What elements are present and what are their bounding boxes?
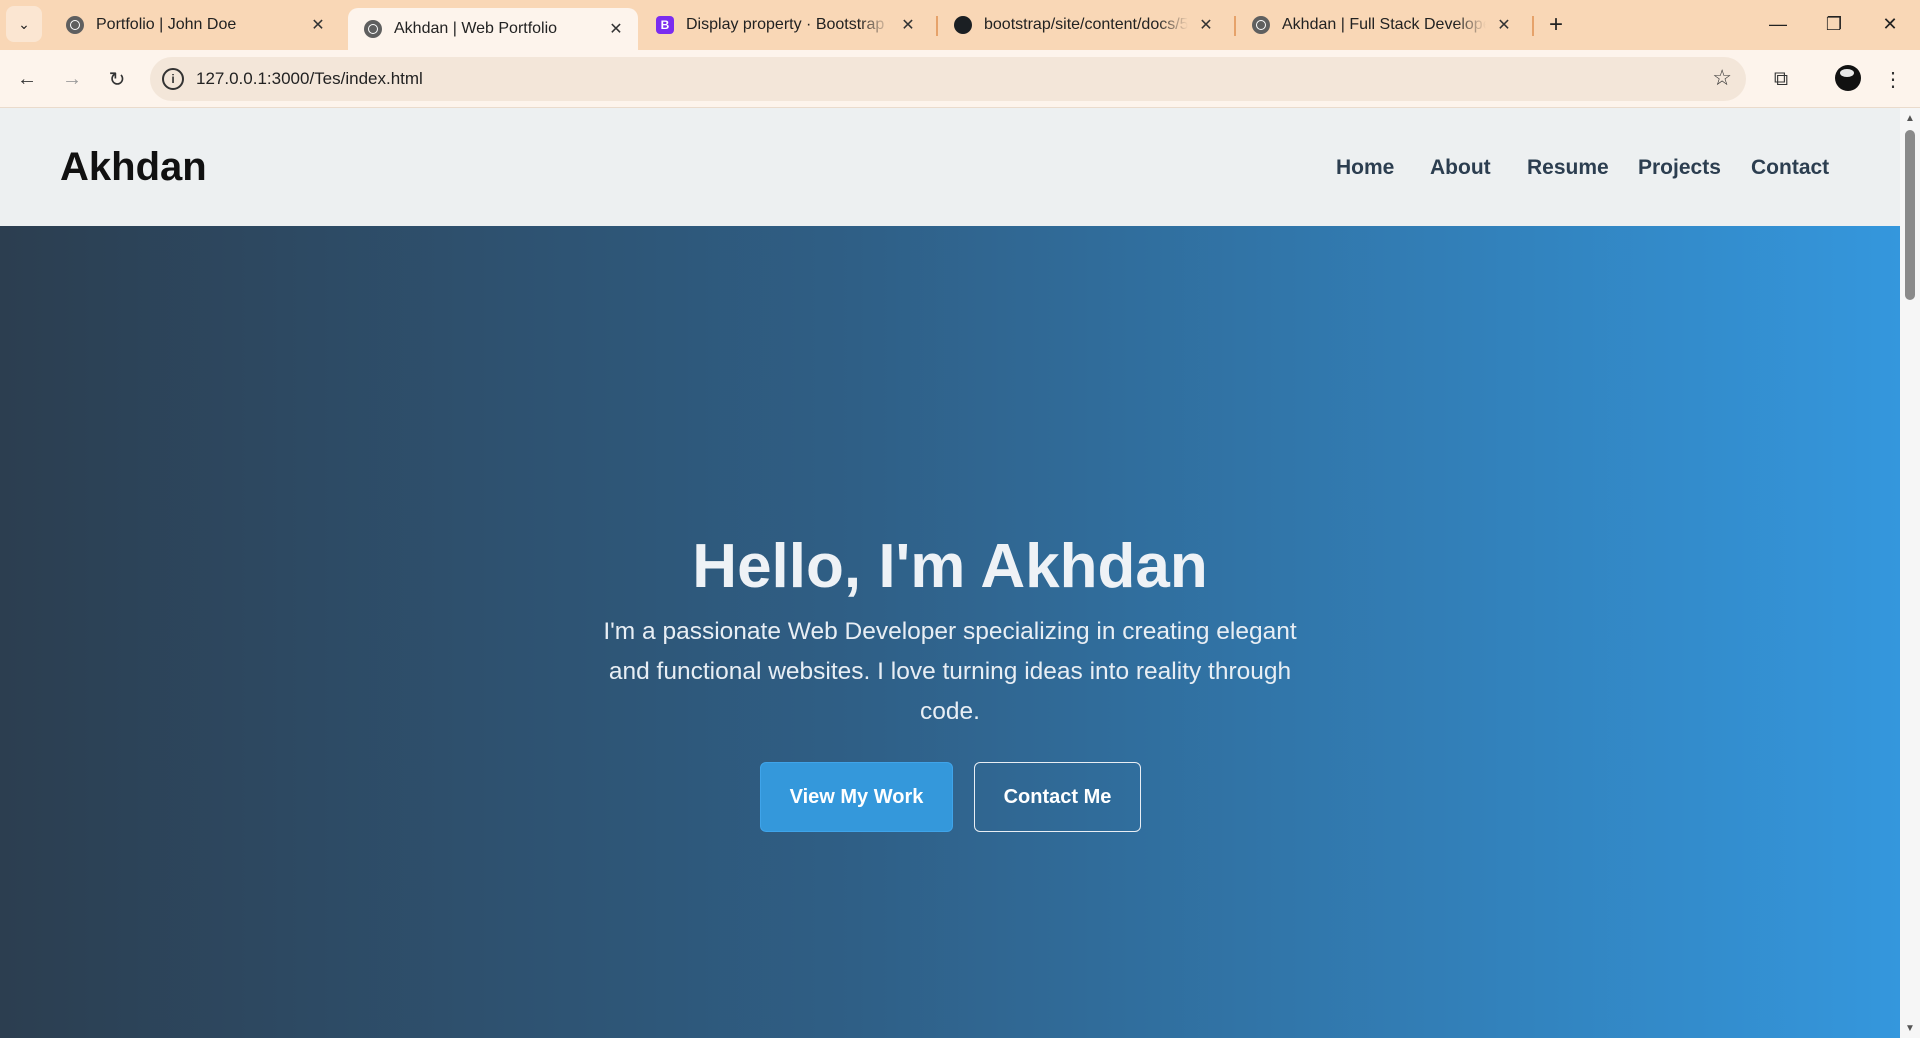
tab-title: Display property · Bootstrap v5.3 xyxy=(686,16,890,33)
minimize-button[interactable]: — xyxy=(1750,6,1806,42)
scroll-up-arrow-icon[interactable]: ▲ xyxy=(1904,112,1916,124)
menu-button[interactable]: ⋮ xyxy=(1876,62,1910,96)
close-icon[interactable]: ✕ xyxy=(898,15,918,35)
minimize-icon: — xyxy=(1769,13,1787,34)
scroll-thumb[interactable] xyxy=(1905,130,1915,300)
chevron-down-icon: ⌄ xyxy=(18,15,30,32)
nav-link-home[interactable]: Home xyxy=(1336,156,1394,180)
tab-separator xyxy=(1532,16,1534,36)
reload-button[interactable]: ↻ xyxy=(100,62,134,96)
globe-icon xyxy=(1252,16,1270,34)
puzzle-icon: ⧉ xyxy=(1773,67,1789,90)
hero-title: Hello, I'm Akhdan xyxy=(692,532,1208,601)
extensions-button[interactable]: ⧉ xyxy=(1764,62,1798,96)
close-window-button[interactable]: ✕ xyxy=(1862,6,1918,42)
close-icon[interactable]: ✕ xyxy=(606,19,626,39)
close-icon: ✕ xyxy=(1882,13,1898,34)
address-bar[interactable]: i 127.0.0.1:3000/Tes/index.html ☆ xyxy=(150,57,1746,101)
tab-title: bootstrap/site/content/docs/5.3 xyxy=(984,16,1188,33)
new-tab-button[interactable]: + xyxy=(1540,10,1572,40)
globe-icon xyxy=(66,16,84,34)
restore-button[interactable]: ❐ xyxy=(1806,6,1862,42)
contact-me-button[interactable]: Contact Me xyxy=(974,762,1141,832)
hero-subtitle: I'm a passionate Web Developer specializ… xyxy=(603,618,1297,725)
arrow-right-icon: → xyxy=(62,67,82,90)
tab-github-bootstrap-docs[interactable]: bootstrap/site/content/docs/5.3 ✕ xyxy=(938,6,1228,44)
nav-link-about[interactable]: About xyxy=(1430,156,1491,180)
more-vertical-icon: ⋮ xyxy=(1883,68,1903,91)
url-text[interactable]: 127.0.0.1:3000/Tes/index.html xyxy=(196,69,423,89)
tab-title: Akhdan | Full Stack Developer xyxy=(1282,16,1486,33)
hero-section: Hello, I'm Akhdan I'm a passionate Web D… xyxy=(0,226,1900,1038)
arrow-left-icon: ← xyxy=(17,67,37,90)
back-button[interactable]: ← xyxy=(10,62,44,96)
tab-bootstrap-display[interactable]: B Display property · Bootstrap v5.3 ✕ xyxy=(640,6,930,44)
close-icon[interactable]: ✕ xyxy=(1494,15,1514,35)
tab-title: Portfolio | John Doe xyxy=(96,16,237,33)
browser-toolbar: ← → ↻ i 127.0.0.1:3000/Tes/index.html ☆ … xyxy=(0,50,1920,108)
globe-icon xyxy=(364,20,382,38)
close-icon[interactable]: ✕ xyxy=(1196,15,1216,35)
tab-search-button[interactable]: ⌄ xyxy=(6,6,42,42)
tab-akhdan-web-portfolio[interactable]: Akhdan | Web Portfolio ✕ xyxy=(348,8,638,50)
profile-avatar[interactable] xyxy=(1835,65,1861,91)
nav-link-projects[interactable]: Projects xyxy=(1638,156,1721,180)
bootstrap-icon: B xyxy=(656,16,674,34)
page-viewport: Akhdan Home About Resume Projects Contac… xyxy=(0,108,1900,1038)
nav-link-contact[interactable]: Contact xyxy=(1751,156,1829,180)
plus-icon: + xyxy=(1548,11,1563,38)
site-brand[interactable]: Akhdan xyxy=(60,145,207,190)
forward-button[interactable]: → xyxy=(55,62,89,96)
site-navbar: Akhdan Home About Resume Projects Contac… xyxy=(0,108,1900,226)
tab-akhdan-full-stack[interactable]: Akhdan | Full Stack Developer ✕ xyxy=(1236,6,1526,44)
nav-link-resume[interactable]: Resume xyxy=(1527,156,1609,180)
site-info-icon[interactable]: i xyxy=(162,68,184,90)
tab-portfolio-john-doe[interactable]: Portfolio | John Doe ✕ xyxy=(50,6,340,44)
reload-icon: ↻ xyxy=(108,68,126,91)
tab-title: Akhdan | Web Portfolio xyxy=(394,20,558,37)
scroll-down-arrow-icon[interactable]: ▼ xyxy=(1904,1022,1916,1034)
tab-strip: ⌄ Portfolio | John Doe ✕ Akhdan | Web Po… xyxy=(0,0,1920,50)
close-icon[interactable]: ✕ xyxy=(308,15,328,35)
star-icon[interactable]: ☆ xyxy=(1712,65,1732,91)
github-icon xyxy=(954,16,972,34)
restore-icon: ❐ xyxy=(1825,13,1843,34)
page-scrollbar[interactable]: ▲ ▼ xyxy=(1900,108,1920,1038)
view-my-work-button[interactable]: View My Work xyxy=(760,762,953,832)
